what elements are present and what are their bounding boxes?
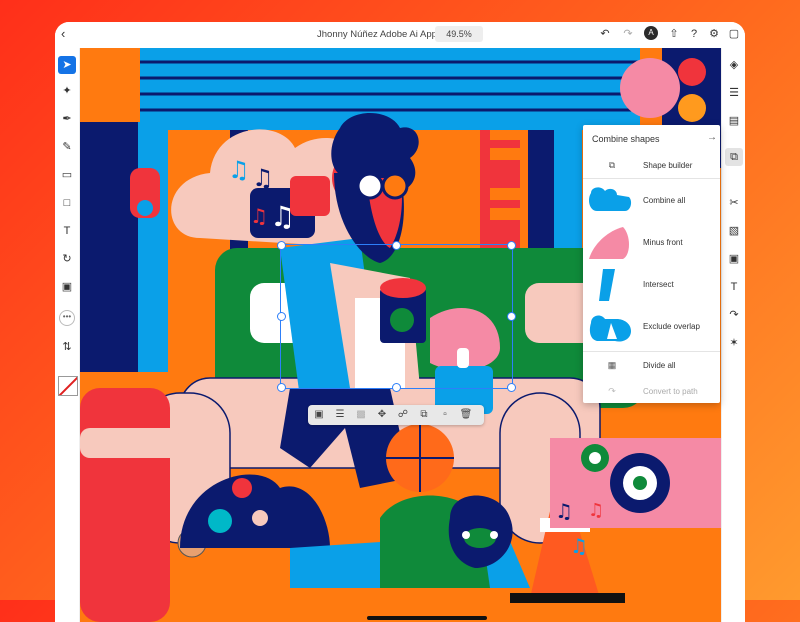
selection-handle[interactable]	[392, 241, 401, 250]
arrow-right-icon[interactable]: →	[707, 132, 717, 143]
combine-all-option[interactable]: Combine all	[583, 181, 720, 221]
more-tools-icon[interactable]: •••	[59, 310, 75, 326]
rectangle-tool[interactable]: □	[58, 194, 76, 212]
svg-text:♫: ♫	[228, 156, 250, 184]
intersect-option[interactable]: Intersect	[583, 265, 720, 305]
back-button[interactable]: ‹	[61, 27, 65, 41]
divider	[583, 351, 720, 352]
selection-handle[interactable]	[277, 241, 286, 250]
move-icon[interactable]: ✥	[375, 408, 389, 422]
fit-screen-icon[interactable]: ▢	[727, 27, 741, 41]
svg-text:♫: ♫	[555, 499, 573, 523]
minus-front-icon	[589, 227, 629, 259]
path-icon[interactable]: ↷	[725, 306, 743, 324]
document-title[interactable]: Jhonny Núñez Adobe Ai App (1)	[317, 29, 451, 40]
rotate-tool[interactable]: ↻	[58, 250, 76, 268]
svg-text:♫: ♫	[250, 204, 268, 228]
selection-handle[interactable]	[392, 383, 401, 392]
shape-builder-icon: ⧉	[608, 160, 616, 170]
divide-all-icon: ▦	[607, 360, 617, 370]
help-icon[interactable]: ?	[687, 27, 701, 41]
arrange-icon[interactable]: ☰	[333, 408, 347, 422]
app-window: ‹ Jhonny Núñez Adobe Ai App (1) 49.5% ↶ …	[55, 22, 745, 622]
redo-icon[interactable]: ↷	[621, 27, 635, 41]
selection-bounding-box[interactable]	[280, 244, 513, 389]
svg-text:♫: ♫	[252, 164, 274, 192]
zoom-level[interactable]: 49.5%	[435, 26, 483, 42]
minus-front-option[interactable]: Minus front	[583, 223, 720, 263]
scissors-icon[interactable]: ✂	[725, 194, 743, 212]
svg-text:♫: ♫	[570, 534, 588, 558]
exclude-overlap-icon	[589, 315, 631, 342]
lock-icon[interactable]: ☍	[396, 408, 410, 422]
selection-handle[interactable]	[507, 241, 516, 250]
pen-tool[interactable]: ✒	[58, 110, 76, 128]
layers-icon[interactable]: ◈	[725, 56, 743, 74]
undo-icon[interactable]: ↶	[598, 27, 612, 41]
left-toolbar: ➤ ✦ ✒ ✎ ▭ □ T ↻ ▣ ••• ⇅	[55, 48, 80, 622]
convert-to-path-icon: ↷	[608, 386, 616, 396]
cloud-user-icon[interactable]: A	[644, 26, 658, 40]
swap-icon[interactable]: ⇅	[58, 338, 76, 356]
delete-icon[interactable]: 🗑	[459, 408, 473, 422]
symbol-icon[interactable]: ✶	[725, 334, 743, 352]
pencil-tool[interactable]: ✎	[58, 138, 76, 156]
selection-handle[interactable]	[507, 312, 516, 321]
svg-text:♫: ♫	[588, 500, 604, 521]
home-indicator	[367, 616, 487, 620]
align-icon[interactable]: ▧	[725, 222, 743, 240]
combine-shapes-panel: Combine shapes → ⧉ Shape builder Combine…	[583, 125, 720, 403]
type-tool[interactable]: T	[58, 222, 76, 240]
top-bar: ‹ Jhonny Núñez Adobe Ai App (1) 49.5% ↶ …	[55, 22, 745, 49]
selection-handle[interactable]	[507, 383, 516, 392]
type-panel-icon[interactable]: T	[725, 278, 743, 296]
panel-title: Combine shapes	[592, 134, 660, 144]
paste-icon[interactable]: ▫	[438, 408, 452, 422]
group-icon[interactable]: ▣	[312, 408, 326, 422]
right-toolbar: ◈ ☰ ▤ ⧉ ✂ ▧ ▣ T ↷ ✶	[721, 48, 745, 622]
selection-handle[interactable]	[277, 383, 286, 392]
divider	[583, 178, 720, 179]
shape-builder-option[interactable]: ⧉ Shape builder	[583, 151, 720, 179]
image-tool[interactable]: ▣	[58, 278, 76, 296]
combine-all-icon	[589, 187, 632, 211]
transform-icon[interactable]: ▣	[725, 250, 743, 268]
selection-tool[interactable]: ➤	[58, 56, 76, 74]
settings-icon[interactable]: ⚙	[707, 27, 721, 41]
share-icon[interactable]: ⇧	[667, 27, 681, 41]
intersect-icon	[599, 269, 615, 301]
properties-icon[interactable]: ☰	[725, 84, 743, 102]
exclude-overlap-option[interactable]: Exclude overlap	[583, 307, 720, 347]
eraser-tool[interactable]: ▭	[58, 166, 76, 184]
color-swatch[interactable]	[58, 376, 78, 396]
divide-all-option[interactable]: ▦ Divide all	[583, 353, 720, 377]
duplicate-icon[interactable]: ⧉	[417, 408, 431, 422]
library-icon[interactable]: ▤	[725, 112, 743, 130]
distribute-icon[interactable]: ▩	[354, 408, 368, 422]
selection-handle[interactable]	[277, 312, 286, 321]
contextual-task-bar: ▣ ☰ ▩ ✥ ☍ ⧉ ▫ 🗑	[308, 405, 484, 425]
convert-to-path-option[interactable]: ↷ Convert to path	[583, 379, 720, 403]
combine-shapes-icon[interactable]: ⧉	[725, 148, 743, 166]
direct-selection-tool[interactable]: ✦	[58, 82, 76, 100]
